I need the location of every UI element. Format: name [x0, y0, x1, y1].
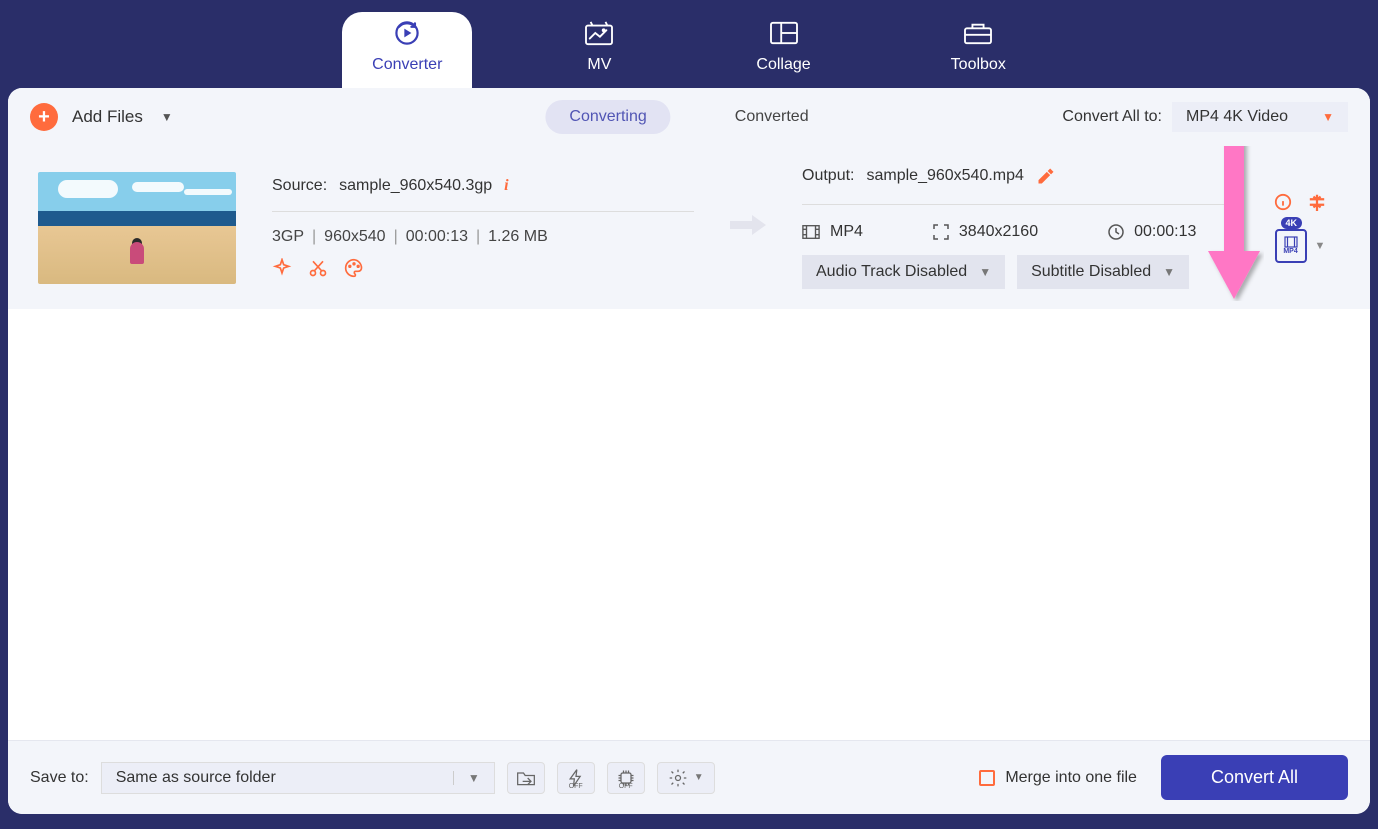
source-filename: sample_960x540.3gp — [339, 177, 492, 195]
tab-mv[interactable]: MV — [552, 12, 646, 88]
toolbar-left: + Add Files ▼ — [30, 103, 173, 131]
open-folder-button[interactable] — [507, 762, 545, 794]
chevron-down-icon: ▼ — [694, 772, 704, 783]
format-select[interactable]: MP4 4K Video ▼ — [1172, 102, 1348, 132]
subtitle-value: Subtitle Disabled — [1031, 263, 1151, 281]
file-item: Source: sample_960x540.3gp i 3GP | 960x5… — [8, 146, 1370, 309]
tab-toolbox[interactable]: Toolbox — [921, 12, 1036, 88]
source-size: 1.26 MB — [488, 228, 548, 246]
output-label: Output: — [802, 167, 854, 185]
header-tabs: Converter MV Collage — [0, 0, 1378, 88]
gpu-button[interactable]: OFF — [607, 762, 645, 794]
output-filename: sample_960x540.mp4 — [866, 167, 1023, 185]
cut-icon[interactable] — [308, 258, 328, 278]
toolbar: + Add Files ▼ Converting Converted Conve… — [8, 88, 1370, 146]
arrow-right-icon — [730, 212, 766, 244]
save-to-label: Save to: — [30, 769, 89, 787]
tab-converted[interactable]: Converted — [711, 100, 833, 134]
output-info: Output: sample_960x540.mp4 MP4 3840x2160 — [802, 166, 1224, 289]
source-resolution: 960x540 — [324, 228, 385, 246]
tab-converter[interactable]: Converter — [342, 12, 472, 88]
convert-all-button[interactable]: Convert All — [1161, 755, 1348, 800]
source-format: 3GP — [272, 228, 304, 246]
chevron-down-icon: ▼ — [1163, 265, 1175, 279]
mv-icon — [582, 20, 616, 46]
merge-checkbox[interactable]: Merge into one file — [979, 769, 1137, 787]
source-info: Source: sample_960x540.3gp i 3GP | 960x5… — [272, 177, 694, 278]
annotation-arrow — [1204, 146, 1264, 301]
footer-left: Save to: Same as source folder ▼ OFF OFF… — [30, 762, 715, 794]
add-files-dropdown[interactable]: ▼ — [161, 110, 173, 124]
video-thumbnail[interactable] — [38, 172, 236, 284]
save-folder-select[interactable]: Same as source folder ▼ — [101, 762, 495, 794]
collage-icon — [767, 20, 801, 46]
hw-accel-button[interactable]: OFF — [557, 762, 595, 794]
toolbar-right: Convert All to: MP4 4K Video ▼ — [1062, 102, 1348, 132]
settings-button[interactable]: ▼ — [657, 762, 715, 794]
expand-icon — [933, 224, 949, 240]
footer: Save to: Same as source folder ▼ OFF OFF… — [8, 740, 1370, 814]
tab-mv-label: MV — [587, 56, 611, 74]
converter-icon — [390, 20, 424, 46]
save-folder-value: Same as source folder — [116, 769, 453, 787]
clock-icon — [1108, 224, 1124, 240]
tab-converting[interactable]: Converting — [545, 100, 670, 134]
tab-collage-label: Collage — [756, 56, 810, 74]
info-circle-icon[interactable] — [1274, 193, 1292, 211]
compress-icon[interactable] — [1308, 193, 1326, 211]
edit-icon[interactable] — [1036, 166, 1056, 186]
output-format: MP4 — [830, 223, 863, 241]
format-selected-value: MP4 4K Video — [1186, 108, 1288, 126]
file-list: Source: sample_960x540.3gp i 3GP | 960x5… — [8, 146, 1370, 740]
chevron-down-icon: ▼ — [1315, 240, 1326, 252]
toolbox-icon — [961, 20, 995, 46]
tab-collage[interactable]: Collage — [726, 12, 840, 88]
palette-icon[interactable] — [344, 258, 364, 278]
effects-icon[interactable] — [272, 258, 292, 278]
divider — [802, 204, 1224, 205]
convert-all-to-label: Convert All to: — [1062, 108, 1162, 126]
audio-track-select[interactable]: Audio Track Disabled ▼ — [802, 255, 1005, 289]
divider — [272, 211, 694, 212]
film-mini-icon — [1284, 236, 1298, 248]
checkbox-icon — [979, 770, 995, 786]
footer-right: Merge into one file Convert All — [979, 755, 1348, 800]
film-icon — [802, 224, 820, 240]
info-icon[interactable]: i — [504, 177, 508, 195]
audio-track-value: Audio Track Disabled — [816, 263, 967, 281]
add-files-button[interactable]: + — [30, 103, 58, 131]
badge-4k: 4K — [1281, 217, 1303, 229]
tab-toolbox-label: Toolbox — [951, 56, 1006, 74]
chevron-down-icon: ▼ — [453, 771, 480, 785]
toolbar-center: Converting Converted — [545, 100, 832, 134]
chevron-down-icon: ▼ — [1322, 110, 1334, 124]
output-format-badge[interactable]: 4K MP4 ▼ — [1275, 229, 1326, 263]
output-duration: 00:00:13 — [1134, 223, 1196, 241]
main-panel: + Add Files ▼ Converting Converted Conve… — [8, 88, 1370, 814]
merge-label-text: Merge into one file — [1005, 769, 1137, 787]
output-right: 4K MP4 ▼ — [1260, 193, 1340, 263]
subtitle-select[interactable]: Subtitle Disabled ▼ — [1017, 255, 1189, 289]
add-files-label: Add Files — [72, 107, 143, 127]
source-label: Source: — [272, 177, 327, 195]
format-chip-label: MP4 — [1283, 248, 1297, 255]
chevron-down-icon: ▼ — [979, 265, 991, 279]
output-resolution: 3840x2160 — [959, 223, 1038, 241]
tab-converter-label: Converter — [372, 56, 442, 74]
source-duration: 00:00:13 — [406, 228, 468, 246]
